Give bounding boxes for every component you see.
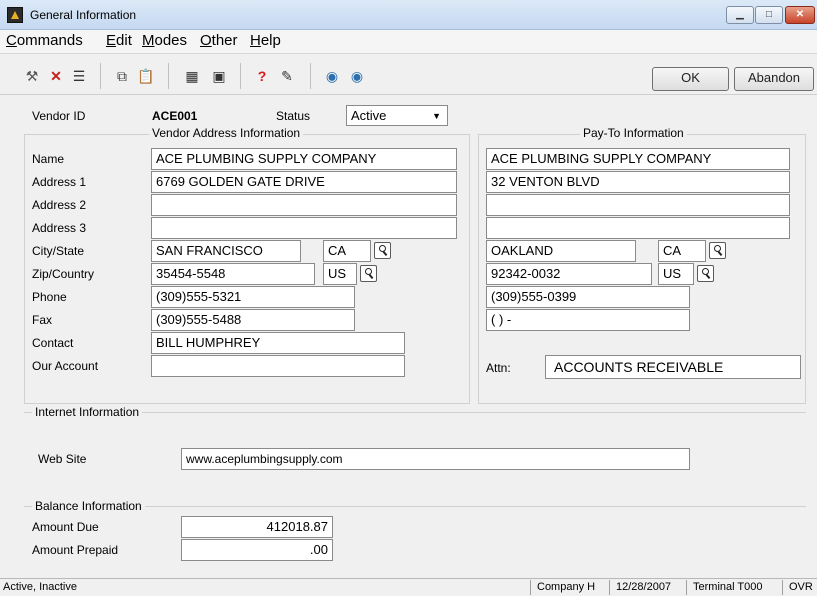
address2-label: Address 2 — [32, 198, 87, 212]
amount-due-label: Amount Due — [32, 520, 99, 534]
vendor-fax-field[interactable]: (309)555-5488 — [151, 309, 355, 331]
vendor-our-account-field[interactable] — [151, 355, 405, 377]
calendar-icon[interactable]: ▣ — [209, 67, 229, 85]
status-value: Active — [351, 108, 387, 123]
vendor-id-value: ACE001 — [152, 109, 198, 123]
amount-prepaid-field[interactable]: .00 — [181, 539, 333, 561]
vendor-phone-field[interactable]: (309)555-5321 — [151, 286, 355, 308]
calculator-icon[interactable]: ▦ — [182, 67, 202, 85]
our-account-label: Our Account — [32, 359, 99, 373]
app-icon — [7, 7, 23, 23]
state-lookup-icon[interactable] — [374, 242, 391, 259]
balance-title: Balance Information — [32, 499, 145, 513]
address1-label: Address 1 — [32, 175, 87, 189]
payto-fax-field[interactable]: ( ) - — [486, 309, 690, 331]
website-label: Web Site — [38, 452, 87, 466]
globe-back-icon[interactable]: ◉ — [322, 67, 342, 85]
chevron-down-icon: ▼ — [432, 111, 441, 121]
globe-forward-icon[interactable]: ◉ — [347, 67, 367, 85]
status-hint: Active, Inactive — [3, 581, 77, 593]
vendor-zip-field[interactable]: 35454-5548 — [151, 263, 315, 285]
payto-phone-field[interactable]: (309)555-0399 — [486, 286, 690, 308]
menu-help[interactable]: Help — [250, 32, 281, 49]
pay-to-title: Pay-To Information — [580, 126, 687, 140]
vendor-contact-field[interactable]: BILL HUMPHREY — [151, 332, 405, 354]
payto-state-lookup-icon[interactable] — [709, 242, 726, 259]
close-button[interactable]: ✕ — [785, 6, 815, 24]
vendor-state-field[interactable]: CA — [323, 240, 371, 262]
ok-button[interactable]: OK — [652, 67, 729, 91]
zip-country-label: Zip/Country — [32, 267, 95, 281]
minimize-button[interactable]: ▁ — [726, 6, 754, 24]
phone-label: Phone — [32, 290, 67, 304]
list-icon[interactable]: ☰ — [69, 67, 89, 85]
payto-zip-field[interactable]: 92342-0032 — [486, 263, 652, 285]
website-field[interactable]: www.aceplumbingsupply.com — [181, 448, 690, 470]
toolbar: ⚒ ✕ ☰ ⧉ 📋 ▦ ▣ ? ✎ ◉ ◉ OK Abandon — [0, 55, 817, 95]
payto-country-lookup-icon[interactable] — [697, 265, 714, 282]
fax-label: Fax — [32, 313, 53, 327]
status-dropdown[interactable]: Active ▼ — [346, 105, 448, 126]
vendor-address3-field[interactable] — [151, 217, 457, 239]
payto-city-field[interactable]: OAKLAND — [486, 240, 636, 262]
internet-title: Internet Information — [32, 405, 143, 419]
menu-other[interactable]: Other — [200, 32, 238, 49]
vendor-city-field[interactable]: SAN FRANCISCO — [151, 240, 301, 262]
title-bar: General Information ▁ □ ✕ — [0, 0, 817, 30]
payto-state-field[interactable]: CA — [658, 240, 706, 262]
maximize-button[interactable]: □ — [755, 6, 783, 24]
attn-label: Attn: — [486, 361, 511, 375]
status-company: Company H — [530, 580, 601, 595]
menu-commands[interactable]: Commands — [6, 32, 83, 49]
vendor-country-field[interactable]: US — [323, 263, 357, 285]
vendor-name-field[interactable]: ACE PLUMBING SUPPLY COMPANY — [151, 148, 457, 170]
status-bar: Active, Inactive Company H 12/28/2007 Te… — [0, 578, 817, 596]
payto-country-field[interactable]: US — [658, 263, 694, 285]
status-date: 12/28/2007 — [609, 580, 677, 595]
amount-prepaid-label: Amount Prepaid — [32, 543, 119, 557]
payto-name-field[interactable]: ACE PLUMBING SUPPLY COMPANY — [486, 148, 790, 170]
amount-due-field[interactable]: 412018.87 — [181, 516, 333, 538]
vendor-id-label: Vendor ID — [32, 109, 86, 123]
contact-label: Contact — [32, 336, 74, 350]
menu-edit[interactable]: Edit — [106, 32, 132, 49]
copy-icon[interactable]: ⧉ — [112, 67, 132, 85]
payto-address3-field[interactable] — [486, 217, 790, 239]
vendor-address1-field[interactable]: 6769 GOLDEN GATE DRIVE — [151, 171, 457, 193]
status-terminal: Terminal T000 — [686, 580, 769, 595]
attn-field[interactable]: ACCOUNTS RECEIVABLE — [545, 355, 801, 379]
status-mode: OVR — [782, 580, 817, 595]
vendor-address2-field[interactable] — [151, 194, 457, 216]
menu-bar: Commands Edit Modes Other Help — [0, 30, 817, 54]
abandon-button[interactable]: Abandon — [734, 67, 814, 91]
city-state-label: City/State — [32, 244, 85, 258]
delete-icon[interactable]: ✕ — [46, 67, 66, 85]
window-title: General Information — [30, 8, 137, 22]
vendor-address-title: Vendor Address Information — [149, 126, 304, 140]
status-label: Status — [276, 109, 311, 123]
edit-icon[interactable]: ✎ — [277, 67, 297, 85]
payto-address1-field[interactable]: 32 VENTON BLVD — [486, 171, 790, 193]
tools-icon[interactable]: ⚒ — [22, 67, 42, 85]
help-icon[interactable]: ? — [252, 67, 272, 85]
payto-address2-field[interactable] — [486, 194, 790, 216]
balance-group — [24, 506, 806, 568]
name-label: Name — [32, 152, 65, 166]
paste-icon[interactable]: 📋 — [136, 67, 156, 85]
address3-label: Address 3 — [32, 221, 87, 235]
menu-modes[interactable]: Modes — [142, 32, 187, 49]
country-lookup-icon[interactable] — [360, 265, 377, 282]
